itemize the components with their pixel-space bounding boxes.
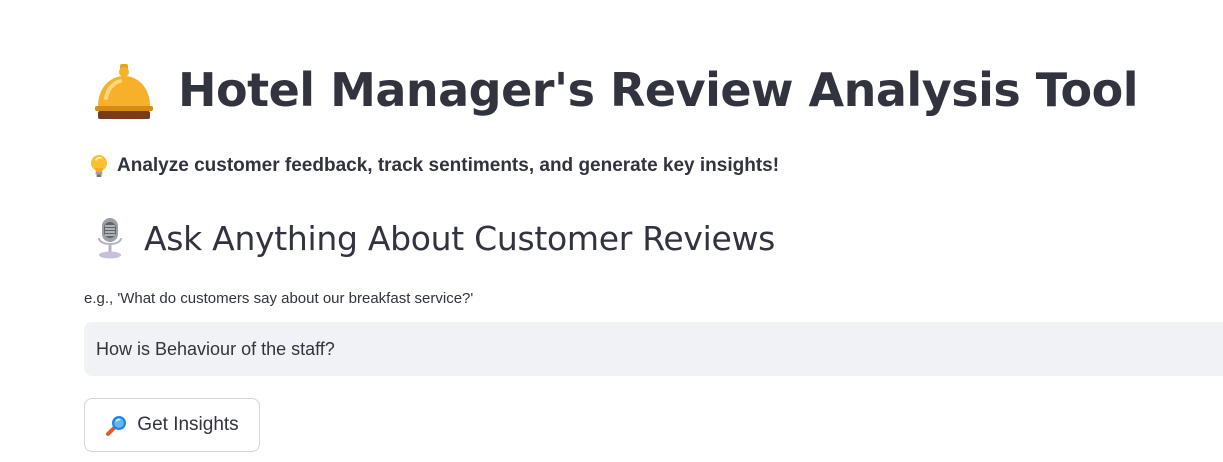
tagline-text: Analyze customer feedback, track sentime… <box>117 155 780 176</box>
get-insights-button-label: Get Insights <box>137 414 239 435</box>
query-input-label: e.g., 'What do customers say about our b… <box>84 290 474 307</box>
light-bulb-icon <box>89 154 109 178</box>
magnifying-glass-icon <box>105 413 129 437</box>
page-title: Hotel Manager's Review Analysis Tool <box>178 63 1138 117</box>
query-input[interactable] <box>84 322 1223 376</box>
section-header: Ask Anything About Customer Reviews <box>94 216 775 260</box>
app-page: Hotel Manager's Review Analysis Tool Ana… <box>0 0 1223 462</box>
section-title: Ask Anything About Customer Reviews <box>144 218 776 258</box>
get-insights-button[interactable]: Get Insights <box>84 398 260 452</box>
tagline: Analyze customer feedback, track sentime… <box>89 154 779 178</box>
studio-microphone-icon <box>94 216 126 260</box>
bellhop-bell-icon <box>92 58 156 122</box>
page-header: Hotel Manager's Review Analysis Tool <box>92 58 1138 122</box>
